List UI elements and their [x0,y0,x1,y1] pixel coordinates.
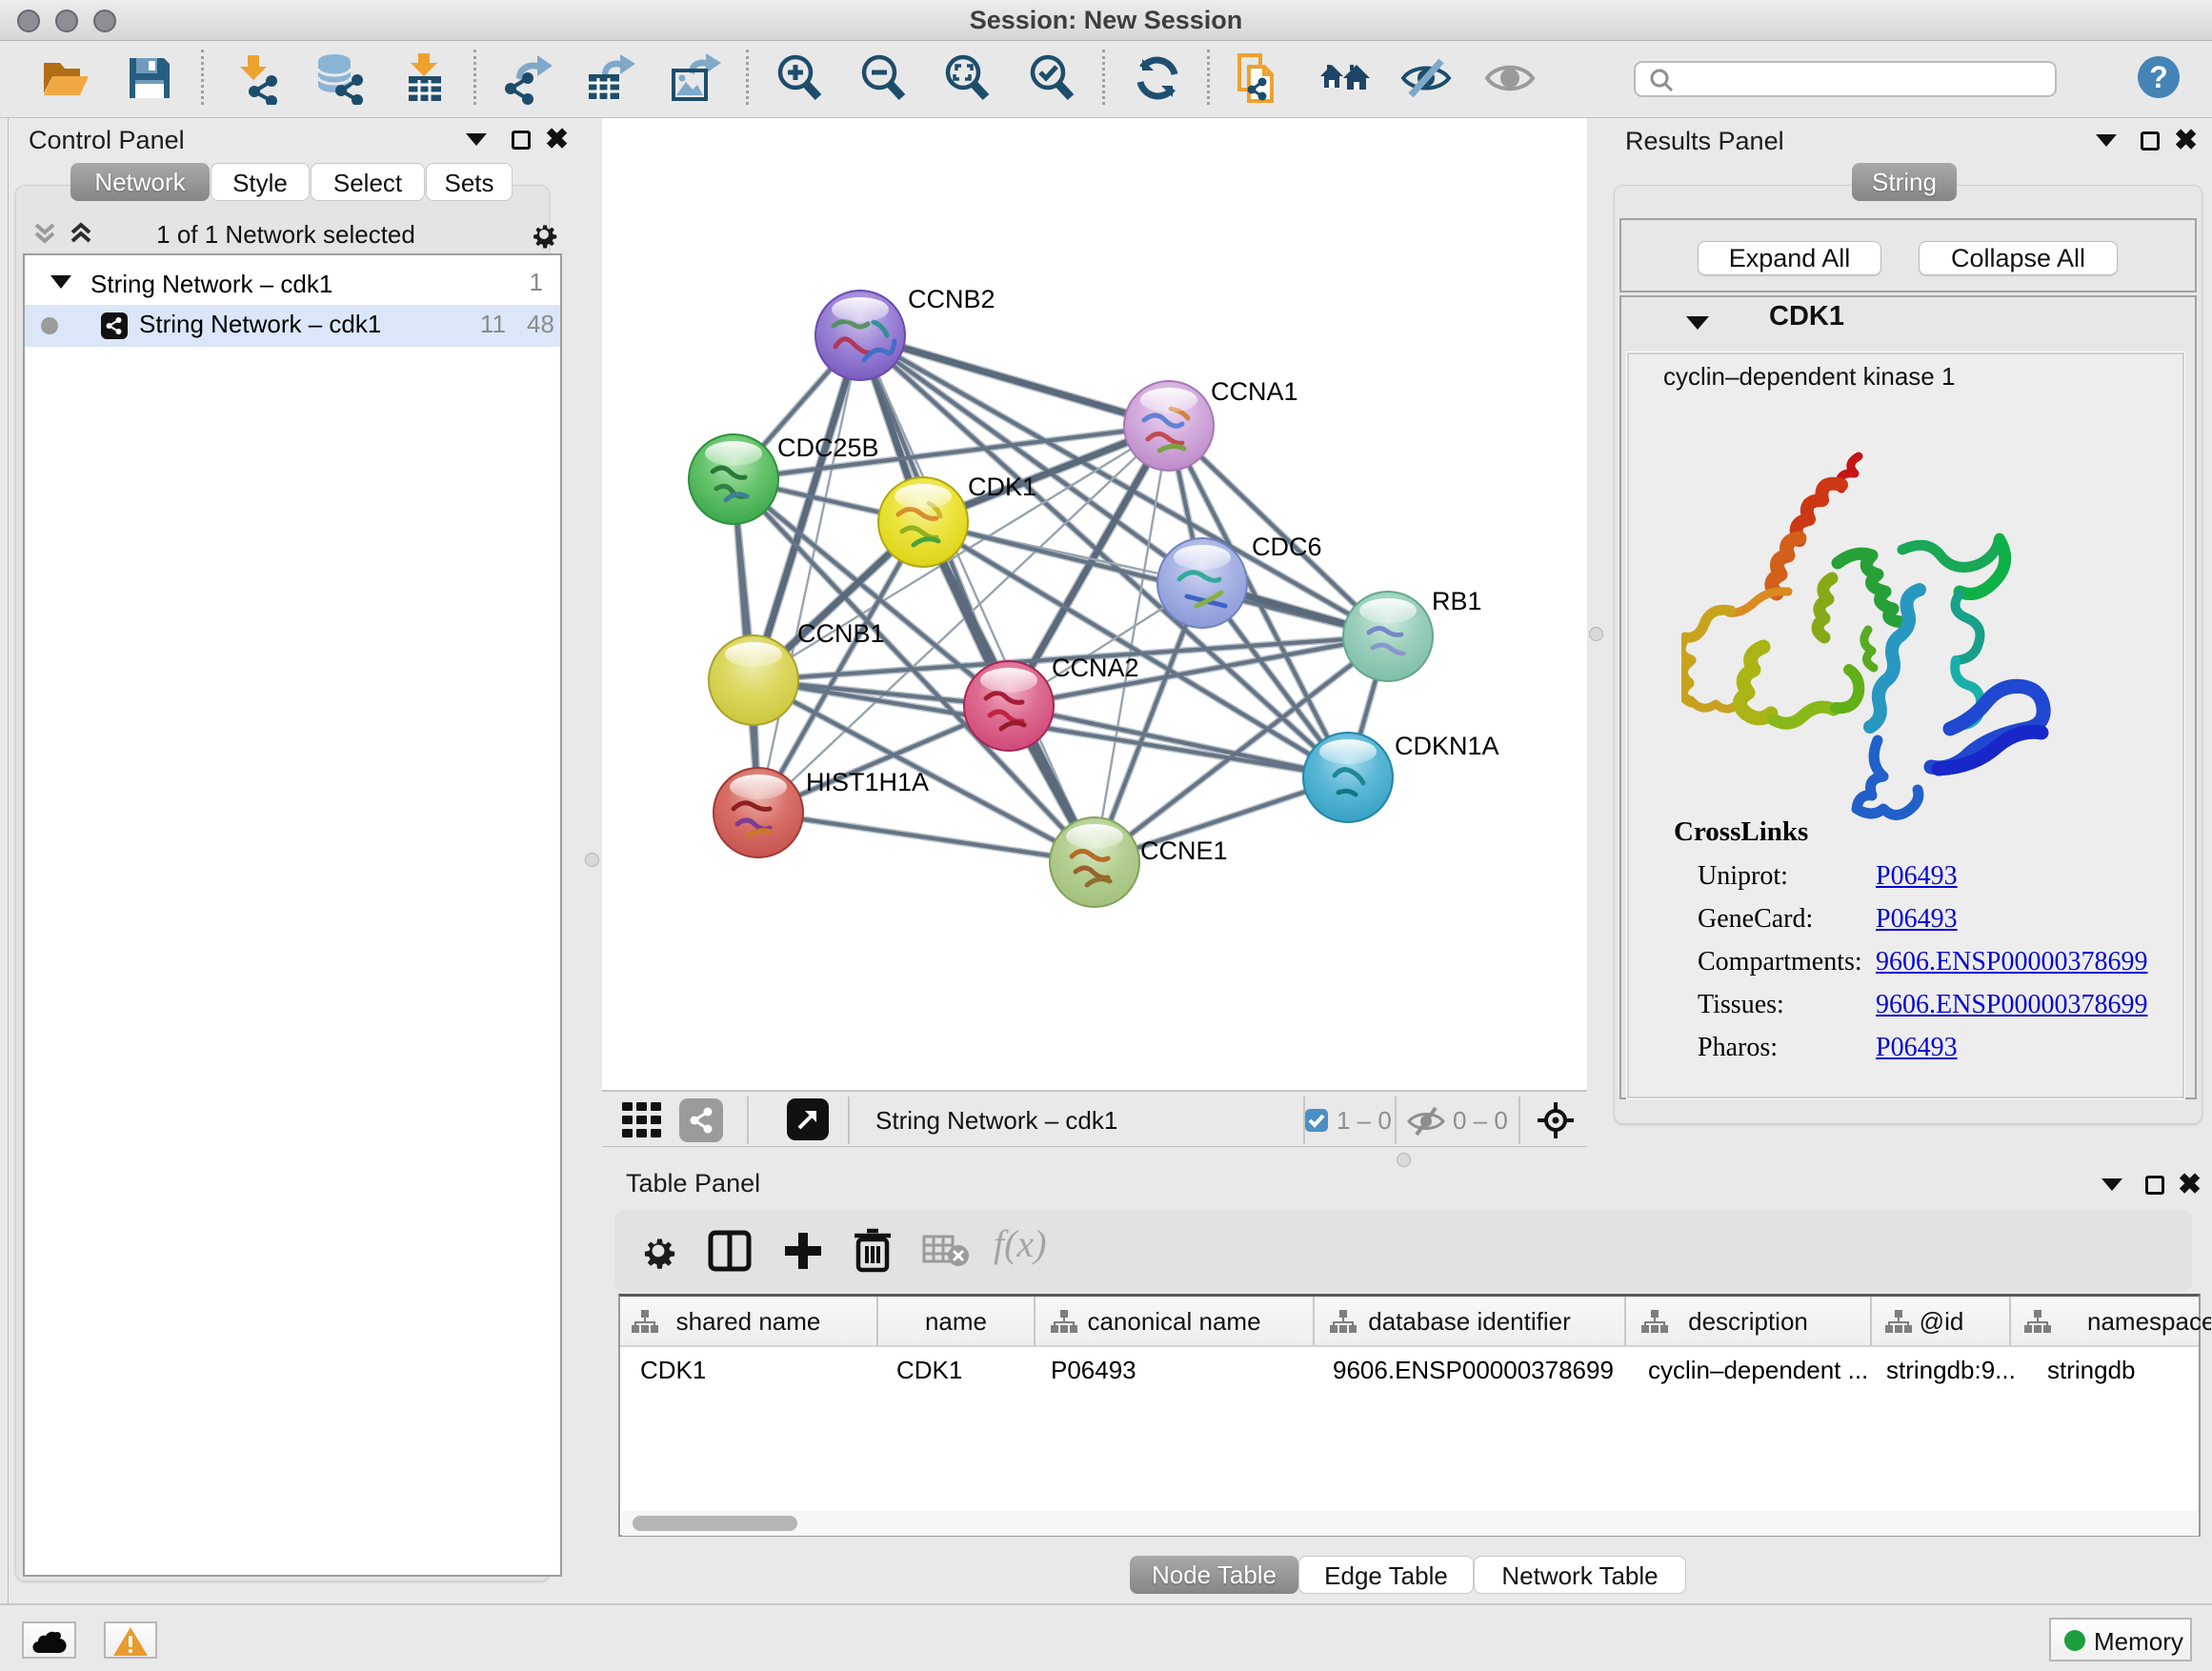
svg-text:HIST1H1A: HIST1H1A [806,768,929,796]
svg-text:CCNE1: CCNE1 [1140,836,1228,865]
svg-text:CDK1: CDK1 [968,473,1036,501]
svg-text:CDC25B: CDC25B [777,433,879,462]
svg-text:RB1: RB1 [1432,587,1482,615]
svg-text:CDKN1A: CDKN1A [1395,732,1499,760]
svg-text:CCNB1: CCNB1 [797,619,885,648]
svg-text:CCNA2: CCNA2 [1052,654,1139,682]
svg-text:?: ? [2149,60,2168,94]
svg-text:CCNA1: CCNA1 [1211,377,1298,406]
svg-text:CDC6: CDC6 [1252,533,1322,561]
svg-text:CCNB2: CCNB2 [908,285,995,313]
